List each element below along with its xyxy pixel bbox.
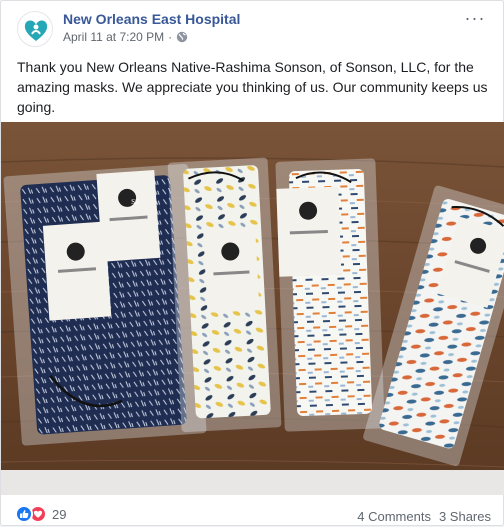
post-message: Thank you New Orleans Native-Rashima Son… <box>17 59 488 115</box>
reactions-summary[interactable]: 29 <box>15 505 66 523</box>
masks-photo-illustration: SS <box>1 122 504 495</box>
hospital-logo-icon <box>24 20 48 41</box>
mask-tag-monogram: SS <box>131 198 139 206</box>
post-footer: 29 4 Comments 3 Shares <box>1 501 504 527</box>
facebook-post: New Orleans East Hospital April 11 at 7:… <box>0 0 504 526</box>
page-name-link[interactable]: New Orleans East Hospital <box>63 11 240 27</box>
engagement-stats: 4 Comments 3 Shares <box>357 509 491 524</box>
post-timestamp[interactable]: April 11 at 7:20 PM <box>63 30 164 44</box>
mask-bag-3 <box>275 158 385 432</box>
globe-icon <box>176 31 188 43</box>
meta-separator: · <box>168 30 173 44</box>
mask-bag-2 <box>167 157 282 433</box>
comments-count-link[interactable]: 4 Comments <box>357 509 431 524</box>
post-header: New Orleans East Hospital April 11 at 7:… <box>13 9 491 49</box>
page-avatar[interactable] <box>17 11 53 47</box>
shares-count-link[interactable]: 3 Shares <box>439 509 491 524</box>
like-icon <box>15 505 33 523</box>
reaction-count: 29 <box>52 506 67 522</box>
post-meta: April 11 at 7:20 PM · <box>63 30 188 44</box>
more-options-icon[interactable]: ··· <box>463 9 487 31</box>
post-photo[interactable]: SS <box>1 122 504 495</box>
